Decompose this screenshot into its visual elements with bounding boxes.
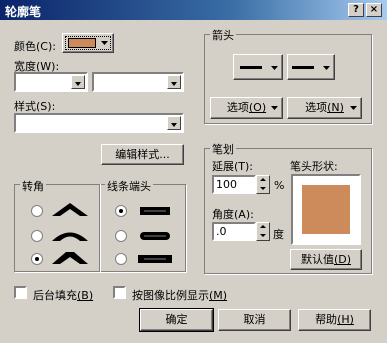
angle-input[interactable]: .0: [212, 222, 256, 241]
color-label: 颜色(C):: [14, 40, 56, 53]
arrows-title: 箭头: [210, 27, 236, 43]
nib-shape-preview[interactable]: [291, 174, 361, 245]
chevron-down-icon: [350, 106, 357, 110]
cap-square-radio[interactable]: [115, 253, 127, 265]
outline-pen-dialog: 轮廓笔 ? × 颜色(C): 宽度(W): 样式(S): 编辑样式... 转角 …: [0, 0, 387, 343]
width-unit-select[interactable]: [92, 72, 184, 92]
title-bar: 轮廓笔 ? ×: [0, 0, 387, 20]
nib-shape: [302, 185, 350, 234]
window-title: 轮廓笔: [5, 5, 42, 19]
corner-round-radio[interactable]: [31, 230, 43, 242]
chevron-down-icon[interactable]: [167, 116, 181, 130]
angle-label: 角度(A):: [212, 208, 254, 221]
cancel-button[interactable]: 取消: [218, 309, 291, 331]
chevron-down-icon[interactable]: [71, 75, 85, 89]
angle-unit: 度: [273, 228, 284, 241]
stretch-label: 延展(T):: [212, 160, 254, 173]
square-cap-icon: [138, 255, 172, 263]
width-select[interactable]: [14, 72, 88, 92]
stretch-spinner[interactable]: [256, 175, 270, 194]
help-button[interactable]: 帮助(H): [298, 309, 371, 331]
corners-title: 转角: [20, 178, 46, 194]
style-select[interactable]: [14, 113, 184, 133]
nib-title: 笔划: [210, 141, 236, 157]
corner-bevel-radio[interactable]: [31, 253, 43, 265]
round-corner-icon: [52, 232, 88, 241]
style-label: 样式(S):: [14, 100, 56, 113]
stretch-unit: %: [274, 179, 285, 192]
help-title-button[interactable]: ?: [348, 3, 364, 17]
stretch-input[interactable]: 100: [212, 175, 256, 194]
arrow-options-left-button[interactable]: 选项(O): [210, 97, 283, 119]
chevron-down-icon: [271, 66, 278, 70]
chevron-down-icon: [101, 41, 108, 45]
behind-fill-checkbox[interactable]: [14, 286, 27, 299]
color-swatch: [68, 38, 96, 48]
start-arrow-select[interactable]: [233, 54, 283, 80]
chevron-down-icon: [323, 66, 330, 70]
angle-spinner[interactable]: [256, 222, 270, 241]
color-picker-button[interactable]: [62, 33, 114, 53]
corner-miter-radio[interactable]: [31, 205, 43, 217]
default-nib-button[interactable]: 默认值(D): [290, 249, 362, 270]
bevel-corner-icon: [52, 252, 88, 264]
arrow-options-right-button[interactable]: 选项(N): [287, 97, 362, 119]
behind-fill-label: 后台填充(B): [33, 289, 94, 302]
ok-button[interactable]: 确定: [139, 308, 214, 332]
line-icon: [292, 66, 314, 69]
chevron-down-icon: [271, 106, 278, 110]
edit-style-button[interactable]: 编辑样式...: [101, 144, 184, 165]
close-button[interactable]: ×: [366, 3, 382, 17]
scale-with-image-label: 按图像比例显示(M): [132, 289, 228, 302]
round-cap-icon: [140, 232, 170, 240]
scale-with-image-checkbox[interactable]: [113, 286, 126, 299]
nib-shape-label: 笔头形状:: [290, 160, 338, 173]
line-icon: [240, 66, 262, 69]
line-caps-title: 线条端头: [105, 178, 153, 194]
group-divider: [99, 184, 100, 272]
end-arrow-select[interactable]: [287, 54, 335, 80]
butt-cap-icon: [140, 207, 170, 215]
cap-butt-radio[interactable]: [115, 205, 127, 217]
chevron-down-icon[interactable]: [167, 75, 181, 89]
cap-round-radio[interactable]: [115, 230, 127, 242]
miter-corner-icon: [52, 203, 88, 216]
